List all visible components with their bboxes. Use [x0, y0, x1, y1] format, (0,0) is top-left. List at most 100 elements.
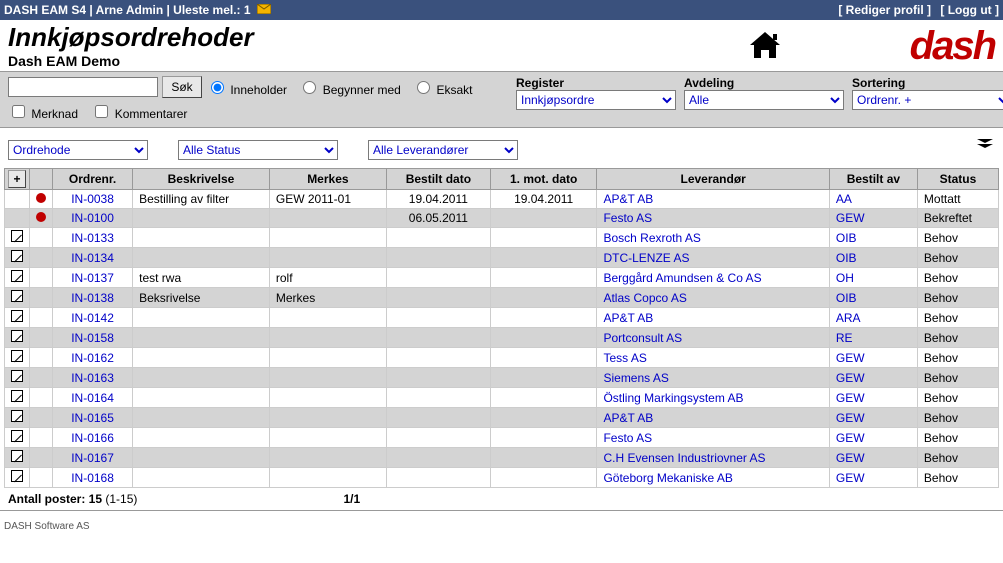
edit-icon[interactable] — [11, 330, 23, 342]
filter-leverandor-select[interactable]: Alle Leverandører — [368, 140, 518, 160]
bestilt-av-link[interactable]: GEW — [836, 391, 865, 405]
cell-merkes — [269, 248, 386, 268]
home-icon[interactable] — [747, 30, 783, 63]
ordrenr-link[interactable]: IN-0038 — [71, 192, 114, 206]
bestilt-av-link[interactable]: GEW — [836, 211, 865, 225]
edit-icon[interactable] — [11, 350, 23, 362]
ordrenr-link[interactable]: IN-0134 — [71, 251, 114, 265]
checkbox-merknad[interactable]: Merknad — [8, 107, 78, 121]
th-mot-dato[interactable]: 1. mot. dato — [490, 169, 597, 190]
leverandor-link[interactable]: C.H Evensen Industriovner AS — [603, 451, 765, 465]
th-bestilt-av[interactable]: Bestilt av — [829, 169, 917, 190]
cell-leverandor: Berggård Amundsen & Co AS — [597, 268, 829, 288]
row-status-cell — [30, 190, 53, 209]
leverandor-link[interactable]: AP&T AB — [603, 411, 653, 425]
leverandor-link[interactable]: Berggård Amundsen & Co AS — [603, 271, 761, 285]
leverandor-link[interactable]: Siemens AS — [603, 371, 668, 385]
leverandor-link[interactable]: Bosch Rexroth AS — [603, 231, 700, 245]
logout-link[interactable]: [ Logg ut ] — [940, 3, 999, 17]
mail-icon[interactable] — [257, 3, 271, 17]
bestilt-av-link[interactable]: OIB — [836, 291, 857, 305]
bestilt-av-link[interactable]: GEW — [836, 471, 865, 485]
table-row: IN-0162Tess ASGEWBehov — [5, 348, 999, 368]
leverandor-link[interactable]: Portconsult AS — [603, 331, 682, 345]
bestilt-av-link[interactable]: OIB — [836, 251, 857, 265]
ordrenr-link[interactable]: IN-0138 — [71, 291, 114, 305]
ordrenr-link[interactable]: IN-0162 — [71, 351, 114, 365]
ordrenr-link[interactable]: IN-0163 — [71, 371, 114, 385]
ordrenr-link[interactable]: IN-0142 — [71, 311, 114, 325]
th-ordrenr[interactable]: Ordrenr. — [53, 169, 133, 190]
filter-ordrehode-select[interactable]: Ordrehode — [8, 140, 148, 160]
th-status[interactable]: Status — [917, 169, 998, 190]
row-action-cell — [5, 468, 30, 488]
bestilt-av-link[interactable]: OH — [836, 271, 854, 285]
ordrenr-link[interactable]: IN-0166 — [71, 431, 114, 445]
edit-icon[interactable] — [11, 270, 23, 282]
avdeling-select[interactable]: Alle — [684, 90, 844, 110]
bestilt-av-link[interactable]: OIB — [836, 231, 857, 245]
cell-merkes — [269, 348, 386, 368]
ordrenr-link[interactable]: IN-0168 — [71, 471, 114, 485]
bestilt-av-link[interactable]: RE — [836, 331, 853, 345]
edit-icon[interactable] — [11, 290, 23, 302]
cell-mot-dato — [490, 308, 597, 328]
th-leverandor[interactable]: Leverandør — [597, 169, 829, 190]
edit-icon[interactable] — [11, 250, 23, 262]
ordrenr-link[interactable]: IN-0167 — [71, 451, 114, 465]
edit-icon[interactable] — [11, 430, 23, 442]
bestilt-av-link[interactable]: GEW — [836, 351, 865, 365]
search-input[interactable] — [8, 77, 158, 97]
checkbox-kommentarer[interactable]: Kommentarer — [91, 107, 187, 121]
add-row-button[interactable]: + — [8, 170, 26, 188]
edit-icon[interactable] — [11, 230, 23, 242]
bestilt-av-link[interactable]: GEW — [836, 451, 865, 465]
ordrenr-link[interactable]: IN-0133 — [71, 231, 114, 245]
cell-ordrenr: IN-0142 — [53, 308, 133, 328]
edit-icon[interactable] — [11, 390, 23, 402]
edit-icon[interactable] — [11, 410, 23, 422]
leverandor-link[interactable]: Göteborg Mekaniske AB — [603, 471, 732, 485]
cell-leverandor: DTC-LENZE AS — [597, 248, 829, 268]
radio-begynner[interactable]: Begynner med — [298, 83, 400, 97]
leverandor-link[interactable]: DTC-LENZE AS — [603, 251, 689, 265]
cell-merkes — [269, 328, 386, 348]
sortering-select[interactable]: Ordrenr. + — [852, 90, 1003, 110]
th-beskrivelse[interactable]: Beskrivelse — [133, 169, 270, 190]
th-merkes[interactable]: Merkes — [269, 169, 386, 190]
edit-icon[interactable] — [11, 450, 23, 462]
search-bar: Søk Inneholder Begynner med Eksakt Merkn… — [0, 71, 1003, 128]
leverandor-link[interactable]: Festo AS — [603, 211, 652, 225]
th-bestilt-dato[interactable]: Bestilt dato — [386, 169, 490, 190]
leverandor-link[interactable]: Atlas Copco AS — [603, 291, 686, 305]
bestilt-av-link[interactable]: GEW — [836, 431, 865, 445]
edit-icon[interactable] — [11, 370, 23, 382]
edit-profile-link[interactable]: [ Rediger profil ] — [838, 3, 931, 17]
bestilt-av-link[interactable]: AA — [836, 192, 852, 206]
register-select[interactable]: Innkjøpsordre — [516, 90, 676, 110]
leverandor-link[interactable]: AP&T AB — [603, 192, 653, 206]
cell-leverandor: AP&T AB — [597, 408, 829, 428]
ordrenr-link[interactable]: IN-0137 — [71, 271, 114, 285]
bestilt-av-link[interactable]: GEW — [836, 411, 865, 425]
expand-icon[interactable] — [977, 138, 993, 152]
ordrenr-link[interactable]: IN-0158 — [71, 331, 114, 345]
search-button[interactable]: Søk — [162, 76, 202, 98]
leverandor-link[interactable]: Tess AS — [603, 351, 646, 365]
row-status-cell — [30, 268, 53, 288]
filter-status-select[interactable]: Alle Status — [178, 140, 338, 160]
leverandor-link[interactable]: Östling Markingsystem AB — [603, 391, 743, 405]
radio-inneholder[interactable]: Inneholder — [206, 83, 287, 97]
leverandor-link[interactable]: AP&T AB — [603, 311, 653, 325]
cell-ordrenr: IN-0167 — [53, 448, 133, 468]
radio-eksakt[interactable]: Eksakt — [412, 83, 472, 97]
bestilt-av-link[interactable]: GEW — [836, 371, 865, 385]
leverandor-link[interactable]: Festo AS — [603, 431, 652, 445]
ordrenr-link[interactable]: IN-0164 — [71, 391, 114, 405]
edit-icon[interactable] — [11, 310, 23, 322]
ordrenr-link[interactable]: IN-0165 — [71, 411, 114, 425]
table-row: IN-0163Siemens ASGEWBehov — [5, 368, 999, 388]
edit-icon[interactable] — [11, 470, 23, 482]
bestilt-av-link[interactable]: ARA — [836, 311, 861, 325]
ordrenr-link[interactable]: IN-0100 — [71, 211, 114, 225]
